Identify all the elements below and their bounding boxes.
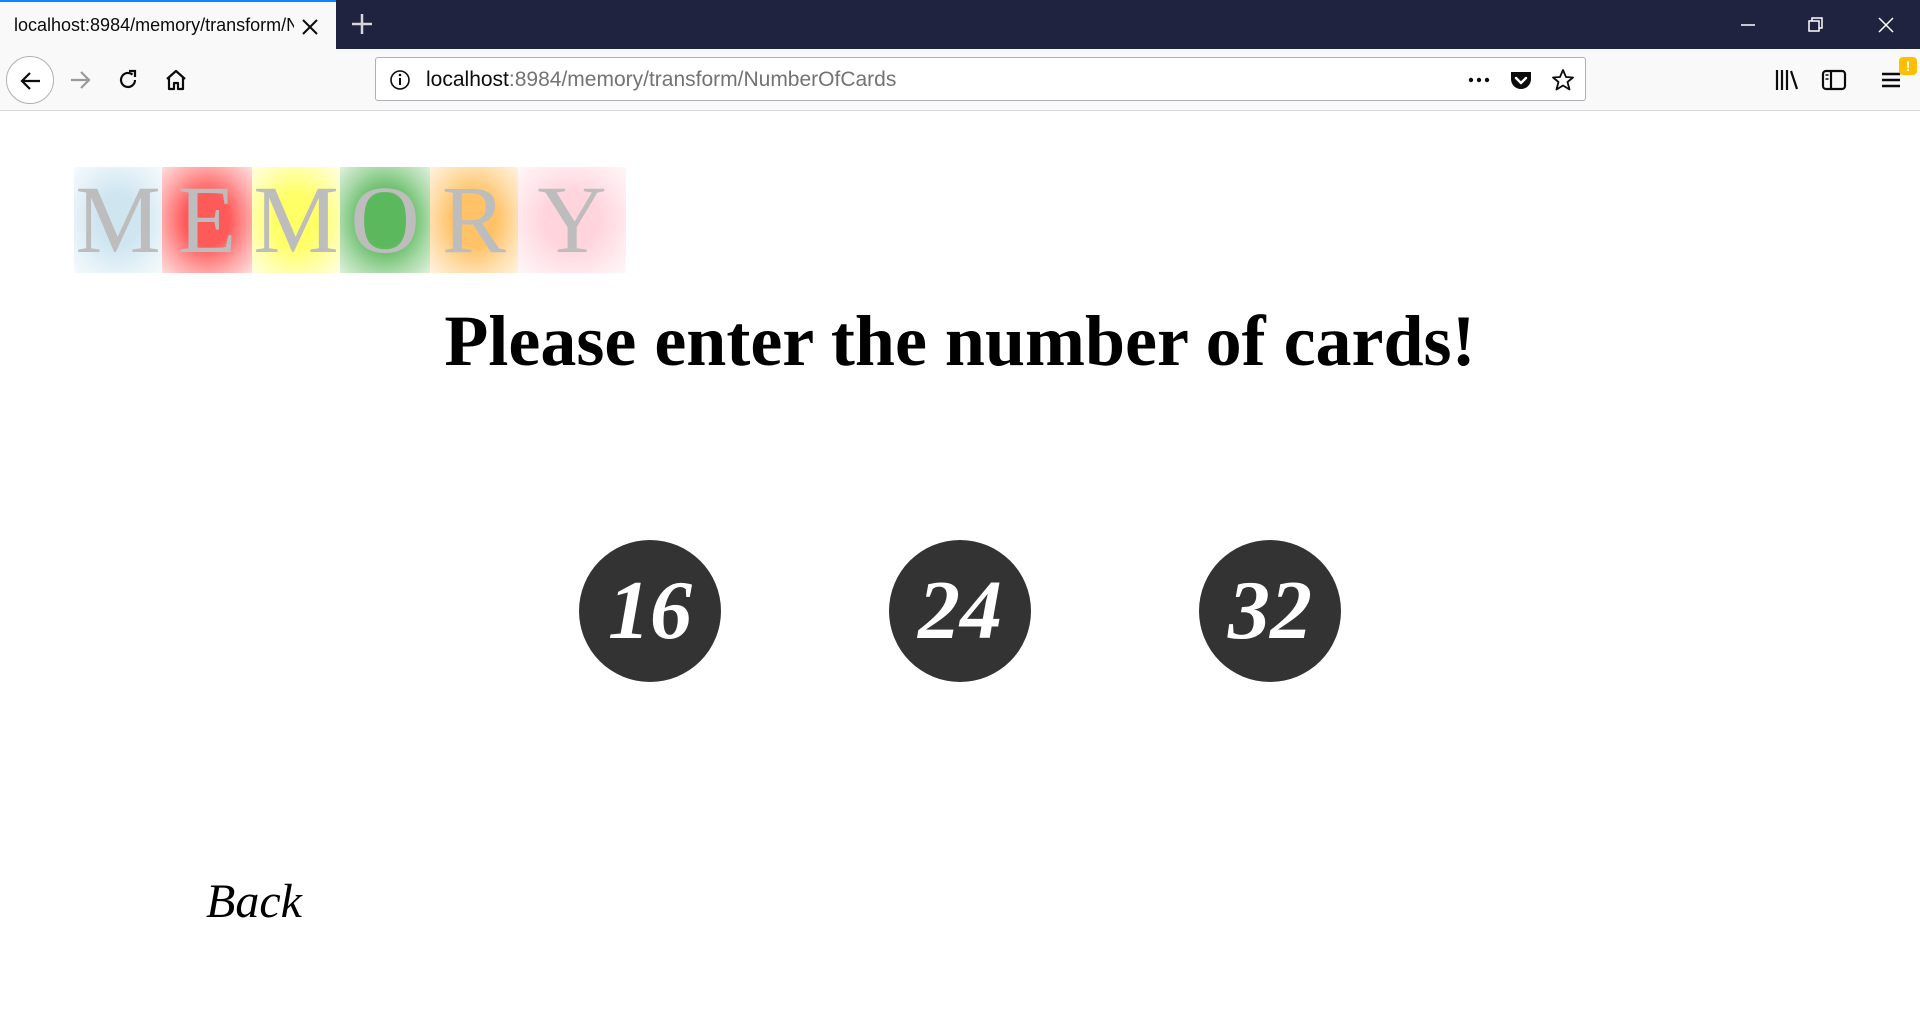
page-actions-icon[interactable] <box>1467 68 1491 92</box>
browser-titlebar: localhost:8984/memory/transform/NumberOf… <box>0 0 1920 49</box>
logo-letter-tile: O <box>340 167 430 273</box>
card-count-32-button[interactable]: 32 <box>1199 540 1341 682</box>
bookmark-star-icon[interactable] <box>1551 68 1575 92</box>
pocket-icon[interactable] <box>1509 68 1533 92</box>
card-count-24-button[interactable]: 24 <box>889 540 1031 682</box>
logo-letter: M <box>253 167 339 273</box>
memory-logo: MEMORY <box>74 167 626 273</box>
close-window-icon[interactable] <box>1852 0 1920 49</box>
browser-toolbar: localhost:8984/memory/transform/NumberOf… <box>0 49 1920 111</box>
logo-letter-tile: M <box>252 167 340 273</box>
update-badge: ! <box>1899 57 1917 75</box>
home-icon[interactable] <box>152 56 200 104</box>
site-info-icon[interactable] <box>388 68 412 97</box>
forward-arrow-icon[interactable] <box>56 56 104 104</box>
logo-letter-tile: Y <box>518 167 626 273</box>
logo-letter-tile: E <box>162 167 252 273</box>
url-host: localhost <box>426 68 509 91</box>
close-tab-icon[interactable] <box>299 16 321 38</box>
logo-letter: R <box>441 167 507 273</box>
card-count-16-button[interactable]: 16 <box>579 540 721 682</box>
new-tab-icon[interactable] <box>348 10 376 38</box>
logo-letter-tile: R <box>430 167 518 273</box>
logo-letter: E <box>177 167 237 273</box>
url-path: :8984/memory/transform/NumberOfCards <box>508 68 897 91</box>
browser-tab[interactable]: localhost:8984/memory/transform/NumberOf… <box>0 0 336 49</box>
address-bar[interactable]: localhost:8984/memory/transform/NumberOf… <box>375 57 1586 101</box>
library-icon[interactable] <box>1773 66 1801 94</box>
logo-letter-tile: M <box>74 167 162 273</box>
back-link[interactable]: Back <box>206 874 302 929</box>
back-arrow-icon[interactable] <box>6 56 54 104</box>
tab-title: localhost:8984/memory/transform/NumberOf… <box>14 15 294 35</box>
reload-icon[interactable] <box>104 56 152 104</box>
logo-letter: M <box>75 167 161 273</box>
page-heading: Please enter the number of cards! <box>444 301 1476 381</box>
logo-letter: O <box>350 167 420 273</box>
url-text[interactable]: localhost:8984/memory/transform/NumberOf… <box>426 68 896 92</box>
logo-letter: Y <box>537 167 607 273</box>
minimize-icon[interactable] <box>1714 0 1782 49</box>
restore-icon[interactable] <box>1782 0 1850 49</box>
sidebar-icon[interactable] <box>1820 66 1848 94</box>
